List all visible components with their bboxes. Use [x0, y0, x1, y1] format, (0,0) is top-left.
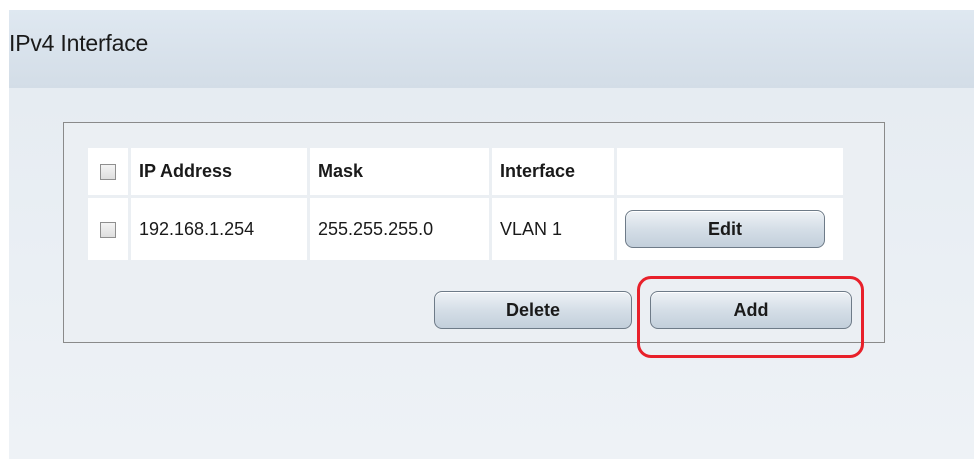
row-select-checkbox[interactable] [100, 221, 116, 238]
edit-button[interactable]: Edit [625, 210, 825, 248]
column-header-ip-address[interactable]: IP Address [131, 148, 307, 195]
delete-button[interactable]: Delete [434, 291, 632, 329]
cell-action: Edit [617, 198, 843, 260]
app-window: IPv4 Interface IP Address Mask Interface… [0, 0, 974, 459]
table-row: 192.168.1.254 255.255.255.0 VLAN 1 Edit [88, 198, 843, 260]
cell-ip-address: 192.168.1.254 [131, 198, 307, 260]
row-select-cell [88, 198, 128, 260]
cell-interface: VLAN 1 [492, 198, 614, 260]
page-title: IPv4 Interface [9, 30, 149, 56]
select-all-checkbox[interactable] [100, 164, 116, 181]
select-all-cell [88, 148, 128, 195]
ipv4-interface-table: IP Address Mask Interface 192.168.1.254 … [85, 145, 846, 263]
column-header-mask[interactable]: Mask [310, 148, 489, 195]
column-header-interface[interactable]: Interface [492, 148, 614, 195]
cell-mask: 255.255.255.0 [310, 198, 489, 260]
add-button[interactable]: Add [650, 291, 852, 329]
left-margin [0, 0, 9, 459]
table-header-row: IP Address Mask Interface [88, 148, 843, 195]
column-header-action [617, 148, 843, 195]
